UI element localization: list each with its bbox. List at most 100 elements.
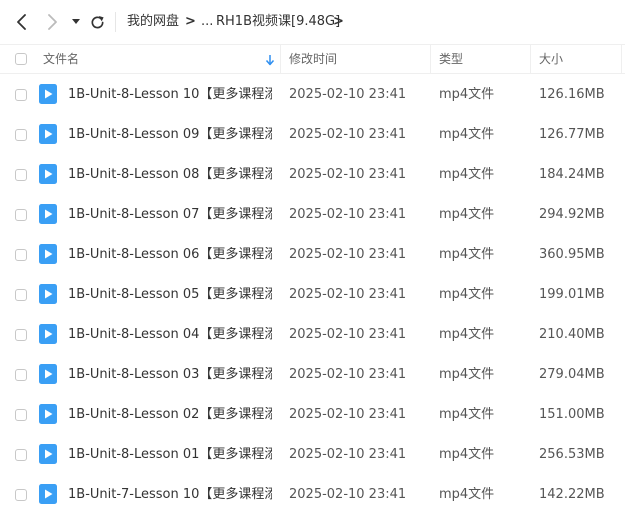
video-file-icon <box>39 84 57 104</box>
video-file-icon <box>39 284 57 304</box>
file-modified-time: 2025-02-10 23:41 <box>289 327 407 342</box>
file-name[interactable]: 1B-Unit-8-Lesson 07【更多课程添... <box>68 207 272 223</box>
file-type: mp4文件 <box>439 407 495 422</box>
file-modified-time: 2025-02-10 23:41 <box>289 127 407 142</box>
file-type: mp4文件 <box>439 167 495 182</box>
row-checkbox[interactable] <box>15 249 27 261</box>
breadcrumb-current[interactable]: RH1B视频课[9.48G] <box>216 14 340 30</box>
video-file-icon <box>39 444 57 464</box>
history-dropdown-button[interactable] <box>66 12 86 32</box>
select-all-checkbox[interactable] <box>15 53 27 65</box>
file-type: mp4文件 <box>439 367 495 382</box>
breadcrumb-separator[interactable]: > <box>333 14 344 30</box>
sort-down-arrow-icon[interactable] <box>265 54 275 66</box>
file-row[interactable]: 1B-Unit-8-Lesson 05【更多课程添... 2025-02-10 … <box>0 274 625 314</box>
file-row[interactable]: 1B-Unit-8-Lesson 04【更多课程添... 2025-02-10 … <box>0 314 625 354</box>
file-list: 1B-Unit-8-Lesson 10【更多课程添... 2025-02-10 … <box>0 74 625 514</box>
row-checkbox[interactable] <box>15 169 27 181</box>
file-name[interactable]: 1B-Unit-8-Lesson 05【更多课程添... <box>68 287 272 303</box>
file-size: 126.77MB <box>539 127 605 142</box>
file-modified-time: 2025-02-10 23:41 <box>289 447 407 462</box>
row-checkbox[interactable] <box>15 209 27 221</box>
row-checkbox[interactable] <box>15 369 27 381</box>
file-type: mp4文件 <box>439 487 495 502</box>
column-header: 文件名 修改时间 类型 大小 <box>0 44 625 74</box>
navigation-bar: 我的网盘 > ... RH1B视频课[9.48G] > <box>0 0 625 44</box>
forward-button[interactable] <box>42 12 62 32</box>
video-file-icon <box>39 324 57 344</box>
back-button[interactable] <box>12 12 32 32</box>
video-file-icon <box>39 364 57 384</box>
file-row[interactable]: 1B-Unit-8-Lesson 07【更多课程添... 2025-02-10 … <box>0 194 625 234</box>
row-checkbox[interactable] <box>15 289 27 301</box>
file-size: 199.01MB <box>539 287 605 302</box>
file-row[interactable]: 1B-Unit-8-Lesson 01【更多课程添... 2025-02-10 … <box>0 434 625 474</box>
file-size: 256.53MB <box>539 447 605 462</box>
video-file-icon <box>39 124 57 144</box>
file-modified-time: 2025-02-10 23:41 <box>289 367 407 382</box>
file-name[interactable]: 1B-Unit-8-Lesson 10【更多课程添... <box>68 87 272 103</box>
file-row[interactable]: 1B-Unit-8-Lesson 02【更多课程添... 2025-02-10 … <box>0 394 625 434</box>
file-type: mp4文件 <box>439 87 495 102</box>
file-modified-time: 2025-02-10 23:41 <box>289 167 407 182</box>
breadcrumb-separator: > <box>185 14 196 29</box>
file-name[interactable]: 1B-Unit-8-Lesson 06【更多课程添... <box>68 247 272 263</box>
video-file-icon <box>39 164 57 184</box>
caret-down-icon <box>72 19 80 24</box>
file-browser: 我的网盘 > ... RH1B视频课[9.48G] > 文件名 修改时间 类型 … <box>0 0 625 520</box>
column-type-header[interactable]: 类型 <box>439 52 463 67</box>
file-size: 184.24MB <box>539 167 605 182</box>
column-divider[interactable] <box>621 45 622 74</box>
file-size: 210.40MB <box>539 327 605 342</box>
row-checkbox[interactable] <box>15 489 27 501</box>
column-modified-header[interactable]: 修改时间 <box>289 52 337 67</box>
file-type: mp4文件 <box>439 447 495 462</box>
file-size: 294.92MB <box>539 207 605 222</box>
row-checkbox[interactable] <box>15 449 27 461</box>
column-size-header[interactable]: 大小 <box>539 52 563 67</box>
file-size: 142.22MB <box>539 487 605 502</box>
breadcrumb-root[interactable]: 我的网盘 <box>127 14 179 30</box>
file-row[interactable]: 1B-Unit-8-Lesson 09【更多课程添... 2025-02-10 … <box>0 114 625 154</box>
column-divider[interactable] <box>280 45 281 74</box>
row-checkbox[interactable] <box>15 129 27 141</box>
refresh-button[interactable] <box>87 12 107 32</box>
video-file-icon <box>39 484 57 504</box>
file-row[interactable]: 1B-Unit-8-Lesson 08【更多课程添... 2025-02-10 … <box>0 154 625 194</box>
file-row[interactable]: 1B-Unit-8-Lesson 03【更多课程添... 2025-02-10 … <box>0 354 625 394</box>
file-modified-time: 2025-02-10 23:41 <box>289 487 407 502</box>
file-modified-time: 2025-02-10 23:41 <box>289 87 407 102</box>
file-name[interactable]: 1B-Unit-8-Lesson 09【更多课程添... <box>68 127 272 143</box>
row-checkbox[interactable] <box>15 89 27 101</box>
column-divider[interactable] <box>530 45 531 74</box>
file-row[interactable]: 1B-Unit-8-Lesson 10【更多课程添... 2025-02-10 … <box>0 74 625 114</box>
file-name[interactable]: 1B-Unit-8-Lesson 04【更多课程添... <box>68 327 272 343</box>
file-name[interactable]: 1B-Unit-8-Lesson 03【更多课程添... <box>68 367 272 383</box>
file-type: mp4文件 <box>439 127 495 142</box>
chevron-right-icon <box>48 14 57 30</box>
file-modified-time: 2025-02-10 23:41 <box>289 247 407 262</box>
file-size: 151.00MB <box>539 407 605 422</box>
file-name[interactable]: 1B-Unit-8-Lesson 02【更多课程添... <box>68 407 272 423</box>
file-modified-time: 2025-02-10 23:41 <box>289 287 407 302</box>
file-row[interactable]: 1B-Unit-8-Lesson 06【更多课程添... 2025-02-10 … <box>0 234 625 274</box>
breadcrumb-ellipsis[interactable]: ... <box>201 14 213 30</box>
row-checkbox[interactable] <box>15 409 27 421</box>
row-checkbox[interactable] <box>15 329 27 341</box>
file-size: 126.16MB <box>539 87 605 102</box>
video-file-icon <box>39 204 57 224</box>
file-name[interactable]: 1B-Unit-8-Lesson 08【更多课程添... <box>68 167 272 183</box>
file-row[interactable]: 1B-Unit-7-Lesson 10【更多课程添... 2025-02-10 … <box>0 474 625 514</box>
file-name[interactable]: 1B-Unit-8-Lesson 01【更多课程添... <box>68 447 272 463</box>
file-modified-time: 2025-02-10 23:41 <box>289 407 407 422</box>
file-size: 360.95MB <box>539 247 605 262</box>
nav-divider <box>115 12 116 32</box>
file-type: mp4文件 <box>439 327 495 342</box>
column-divider[interactable] <box>430 45 431 74</box>
file-size: 279.04MB <box>539 367 605 382</box>
file-type: mp4文件 <box>439 287 495 302</box>
file-type: mp4文件 <box>439 207 495 222</box>
file-name[interactable]: 1B-Unit-7-Lesson 10【更多课程添... <box>68 487 272 503</box>
file-modified-time: 2025-02-10 23:41 <box>289 207 407 222</box>
column-name-header[interactable]: 文件名 <box>43 52 79 67</box>
